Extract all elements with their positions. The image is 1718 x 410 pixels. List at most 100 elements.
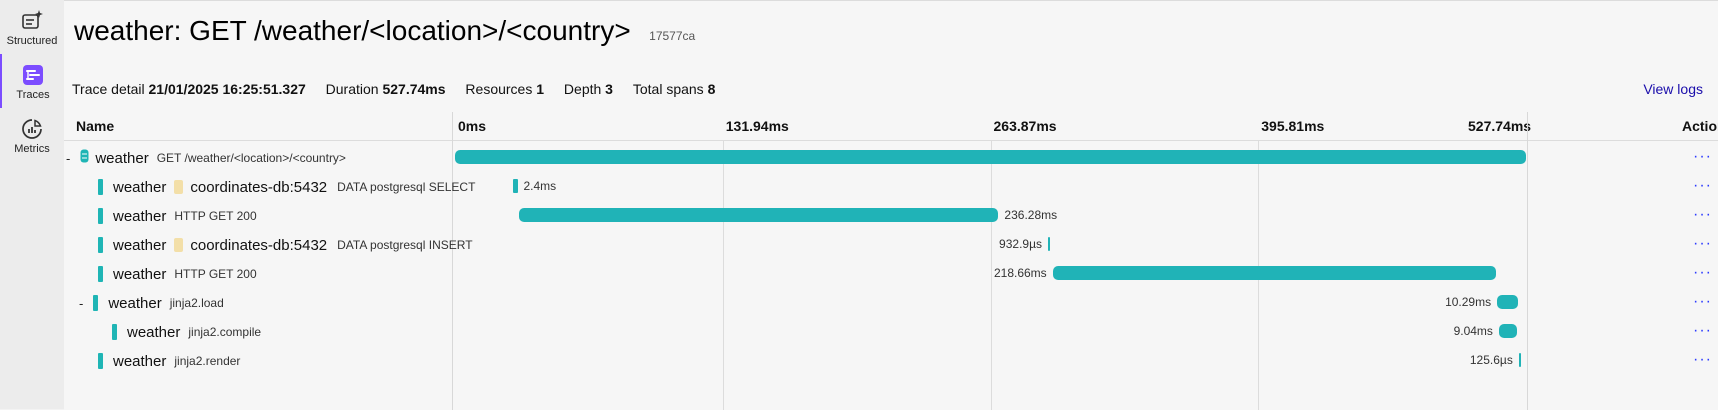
span-row[interactable]: - weather GET /weather/<location>/<country… [64,142,1718,174]
time-tick-label: 263.87ms [993,118,1057,134]
span-row[interactable]: weather jinja2.compile 9.04ms ··· [64,316,1718,348]
database-icon [174,238,184,252]
span-duration-bar[interactable] [1052,266,1497,280]
span-row[interactable]: weather jinja2.render 125.6µs ··· [64,345,1718,377]
duration-value: 527.74ms [382,81,446,97]
depth-summary: Depth 3 [564,81,617,97]
nav-item-label: Traces [16,89,50,101]
time-tick-label: 0ms [458,118,487,134]
span-duration-bar[interactable] [455,150,1526,164]
peer-service-name: coordinates-db:5432 [190,236,328,254]
service-color-bar [98,266,103,282]
nav-item-traces[interactable]: Traces [0,54,64,108]
span-name-cell: weather jinja2.compile [112,316,261,348]
nav-item-metrics[interactable]: Metrics [0,108,64,162]
span-duration-label: 125.6µs [1469,353,1513,367]
span-duration-bar[interactable] [1497,295,1518,309]
service-name: weather [95,149,149,167]
span-actions-button[interactable]: ··· [1693,206,1712,224]
trace-detail-summary: Trace detail 21/01/2025 16:25:51.327 [72,81,310,97]
total-spans-value: 8 [707,81,716,97]
time-tick-label: 527.74ms [1468,118,1532,134]
resources-summary: Resources 1 [465,81,548,97]
span-name-cell: weather HTTP GET 200 [98,200,257,232]
service-color-bar [98,208,103,224]
span-row[interactable]: weather coordinates-db:5432 DATA postgresq… [64,171,1718,203]
trace-detail-value: 21/01/2025 16:25:51.327 [148,81,306,97]
span-operation-name: jinja2.load [169,296,224,310]
page-title: weather: GET /weather/<location>/<countr… [74,15,631,46]
span-operation-name: jinja2.compile [188,325,262,339]
view-logs-link[interactable]: View logs [1643,81,1703,97]
collapse-toggle[interactable]: - [66,151,70,166]
span-name-cell: weather coordinates-db:5432 DATA postgresq… [98,229,473,261]
span-name-cell: - weather jinja2.load [79,287,224,319]
span-actions-button[interactable]: ··· [1693,264,1712,282]
span-operation-name: GET /weather/<location>/<country> [156,151,346,165]
service-color-bar [112,324,117,340]
left-nav: Structured Traces Metrics [0,0,65,409]
service-color-bar [98,237,103,253]
service-name: weather [113,352,167,370]
span-duration-label: 2.4ms [523,179,557,193]
duration-summary: Duration 527.74ms [326,81,450,97]
span-duration-bar[interactable] [1498,324,1518,338]
service-name: weather [113,178,167,196]
title-row: weather: GET /weather/<location>/<countr… [74,15,695,47]
span-actions-button[interactable]: ··· [1693,351,1712,369]
actions-column-header: Actions [1682,118,1718,134]
duration-label: Duration [325,81,379,97]
span-row[interactable]: weather HTTP GET 200 236.28ms ··· [64,200,1718,232]
trace-waterfall-table: Name Actions 0ms 131.94ms 263.87ms 395.81ms… [64,112,1718,410]
span-duration-label: 9.04ms [1453,324,1493,338]
collapse-toggle[interactable]: - [79,296,83,311]
span-actions-button[interactable]: ··· [1693,177,1712,195]
span-actions-button[interactable]: ··· [1693,235,1712,253]
trace-id: 17577ca [649,29,696,43]
service-name: weather [108,294,162,312]
span-name-cell: - weather GET /weather/<location>/<country… [66,142,346,174]
span-actions-button[interactable]: ··· [1693,148,1712,166]
database-icon [174,180,184,194]
span-actions-button[interactable]: ··· [1693,322,1712,340]
time-tick-label: 395.81ms [1261,118,1325,134]
name-column-header: Name [76,118,115,134]
structured-logs-icon [22,10,43,29]
span-name-cell: weather jinja2.render [98,345,240,377]
table-header: Name Actions 0ms 131.94ms 263.87ms 395.81ms… [64,112,1718,141]
span-row[interactable]: weather coordinates-db:5432 DATA postgresq… [64,229,1718,261]
service-name: weather [113,236,167,254]
service-name: weather [127,323,181,341]
span-duration-bar[interactable] [518,208,999,222]
span-operation-name: DATA postgresql SELECT [337,180,476,194]
service-color-bar [98,179,103,195]
span-operation-name: HTTP GET 200 [174,209,257,223]
resources-label: Resources [465,81,533,97]
span-duration-bar[interactable] [1047,237,1050,251]
traces-icon [23,65,43,85]
service-name: weather [113,207,167,225]
span-duration-label: 218.66ms [993,266,1047,280]
span-operation-name: jinja2.render [174,354,241,368]
peer-service-name: coordinates-db:5432 [190,178,328,196]
trace-detail-panel: weather: GET /weather/<location>/<countr… [64,0,1718,410]
trace-detail-label: Trace detail [72,81,145,97]
metrics-icon [22,119,42,139]
nav-item-structured[interactable]: Structured [0,0,64,54]
span-duration-bar[interactable] [1518,353,1521,367]
service-database-icon [80,149,89,168]
span-row[interactable]: - weather jinja2.load 10.29ms ··· [64,287,1718,319]
service-color-bar [93,295,99,311]
span-actions-button[interactable]: ··· [1693,293,1712,311]
span-duration-label: 236.28ms [1004,208,1058,222]
resources-value: 1 [536,81,545,97]
total-spans-label: Total spans [632,81,704,97]
span-row[interactable]: weather HTTP GET 200 218.66ms ··· [64,258,1718,290]
nav-item-label: Metrics [14,143,50,155]
span-name-cell: weather coordinates-db:5432 DATA postgresq… [98,171,475,203]
span-duration-bar[interactable] [512,179,518,193]
span-operation-name: DATA postgresql INSERT [337,238,473,252]
total-spans-summary: Total spans 8 [633,81,716,97]
depth-value: 3 [605,81,613,97]
span-duration-label: 932.9µs [999,237,1042,251]
